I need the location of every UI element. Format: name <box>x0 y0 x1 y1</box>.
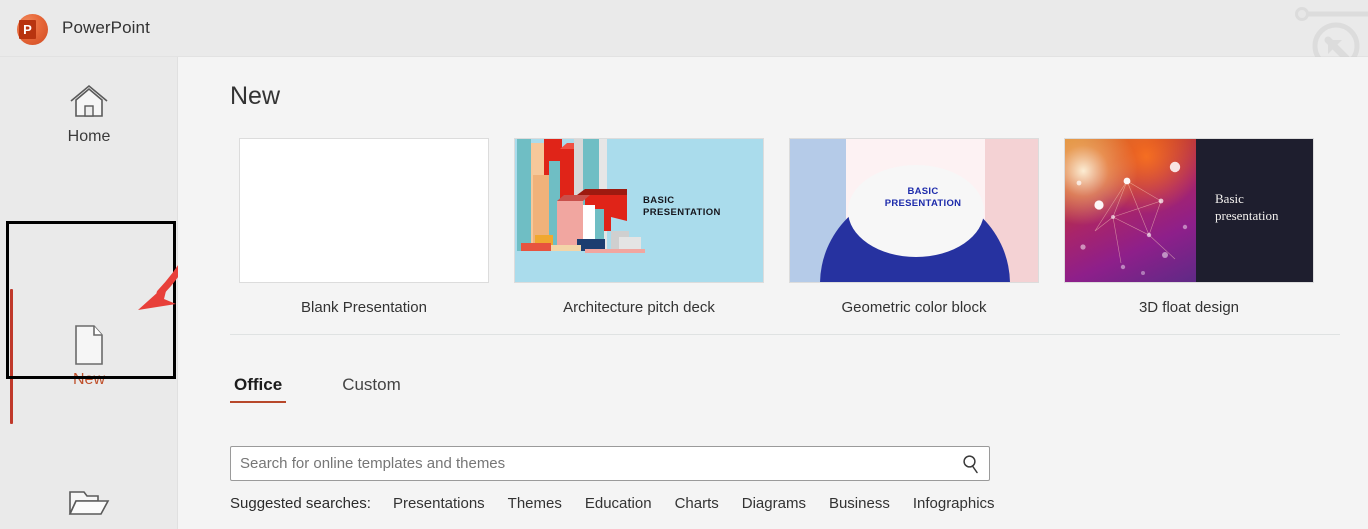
architecture-artwork <box>515 139 763 282</box>
sidebar-item-open[interactable]: Open <box>0 462 178 529</box>
powerpoint-start-screen: P PowerPoint Home New New Blank Presenta… <box>0 0 1368 529</box>
tab-office[interactable]: Office <box>230 375 287 403</box>
page-title: New <box>230 82 281 110</box>
sidebar-item-label: New <box>72 370 105 388</box>
suggested-link-themes[interactable]: Themes <box>508 495 562 512</box>
sidebar-item-home[interactable]: Home <box>0 62 178 162</box>
folder-icon <box>67 479 111 525</box>
powerpoint-logo-icon: P <box>17 14 48 45</box>
template-card-architecture-pitch-deck[interactable]: BASIC PRESENTATION Architecture pitch dec… <box>514 138 764 316</box>
float-gradient-artwork <box>1065 139 1196 282</box>
app-header: P PowerPoint <box>0 0 1368 57</box>
template-thumbnail[interactable] <box>239 138 489 283</box>
suggested-link-infographics[interactable]: Infographics <box>913 495 995 512</box>
suggested-searches: Suggested searches: Presentations Themes… <box>230 491 1018 515</box>
logo-letter: P <box>23 22 32 37</box>
template-card-3d-float-design[interactable]: Basic presentation 3D float design <box>1064 138 1314 316</box>
home-icon <box>68 79 110 125</box>
template-card-geometric-color-block[interactable]: BASIC PRESENTATION Geometric color block <box>789 138 1039 316</box>
app-title: PowerPoint <box>62 18 150 37</box>
template-caption: Geometric color block <box>841 299 987 316</box>
suggested-link-diagrams[interactable]: Diagrams <box>742 495 806 512</box>
suggested-link-charts[interactable]: Charts <box>675 495 719 512</box>
search-input[interactable] <box>231 447 951 480</box>
geometric-circle-shape <box>848 165 984 257</box>
navigation-sidebar: Home New Open <box>0 57 178 529</box>
tab-custom[interactable]: Custom <box>338 375 405 403</box>
template-card-blank-presentation[interactable]: Blank Presentation <box>239 138 489 316</box>
template-gallery: Blank Presentation BASIC PRESENTATION Ar… <box>230 138 1340 318</box>
template-caption: 3D float design <box>1138 299 1240 316</box>
template-slide-text: Basic presentation <box>1215 191 1279 223</box>
template-source-tabs: Office Custom <box>230 375 405 409</box>
template-thumbnail[interactable]: BASIC PRESENTATION <box>514 138 764 283</box>
section-divider <box>230 334 1340 335</box>
template-slide-text: BASIC PRESENTATION <box>643 195 721 218</box>
template-caption: Architecture pitch deck <box>563 299 715 316</box>
search-box[interactable] <box>230 446 990 481</box>
page-icon <box>72 322 106 368</box>
template-slide-text: BASIC PRESENTATION <box>884 186 962 210</box>
sidebar-item-label: Home <box>67 127 111 145</box>
search-icon <box>963 454 978 473</box>
sidebar-item-new[interactable]: New <box>0 305 178 405</box>
search-button[interactable] <box>957 450 985 477</box>
suggested-link-education[interactable]: Education <box>585 495 652 512</box>
suggested-searches-label: Suggested searches: <box>230 494 371 512</box>
template-thumbnail[interactable]: Basic presentation <box>1064 138 1314 283</box>
main-content: New Blank Presentation BASIC PRESENTATIO… <box>178 57 1368 529</box>
decorative-watermark-icon <box>1295 7 1368 57</box>
logo-square: P <box>19 20 36 39</box>
selected-item-accent-bar <box>10 289 13 424</box>
suggested-link-presentations[interactable]: Presentations <box>393 495 485 512</box>
template-caption: Blank Presentation <box>301 299 427 316</box>
suggested-link-business[interactable]: Business <box>829 495 890 512</box>
template-thumbnail[interactable]: BASIC PRESENTATION <box>789 138 1039 283</box>
